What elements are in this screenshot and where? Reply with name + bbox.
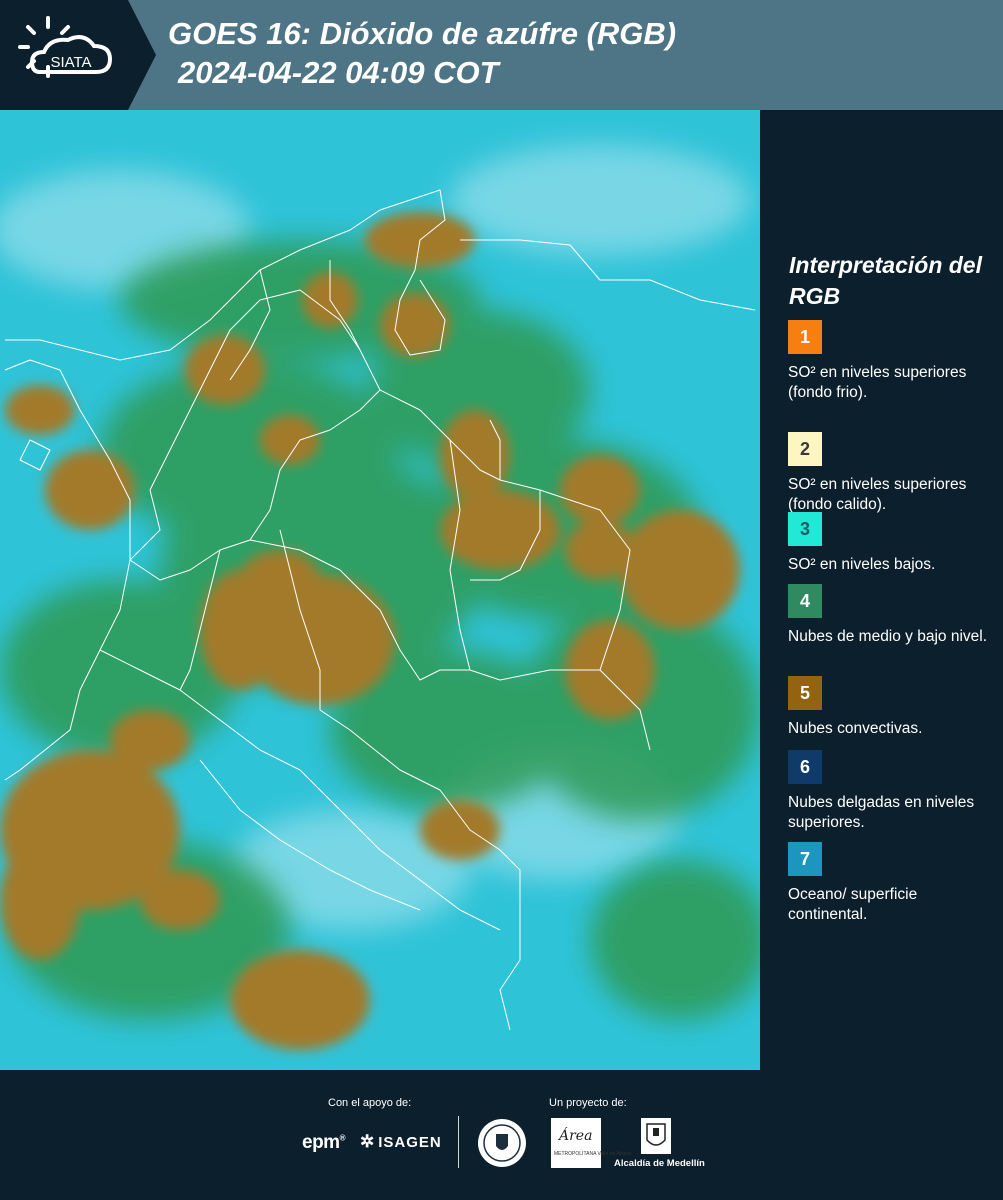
area-subtitle: METROPOLITANA Valle de Aburrá [554, 1151, 632, 1157]
legend-swatch: 2 [788, 432, 822, 466]
logo-arrow-shape [128, 0, 156, 110]
legend-swatch: 7 [788, 842, 822, 876]
legend-swatch: 5 [788, 676, 822, 710]
project-caption: Un proyecto de: [549, 1097, 627, 1109]
registered-mark: ® [339, 1133, 346, 1143]
epm-logo-text: epm [302, 1132, 340, 1153]
area-word: Área [559, 1128, 593, 1144]
legend-label: SO² en niveles superiores (fondo frio). [788, 364, 967, 401]
isagen-mark-icon: ✲ [360, 1132, 376, 1151]
satellite-map [0, 110, 760, 1070]
legend-swatch: 4 [788, 584, 822, 618]
legend-swatch: 1 [788, 320, 822, 354]
page-title: GOES 16: Dióxido de azúfre (RGB) [168, 16, 677, 51]
legend-item-1: 1 SO² en niveles superiores (fondo frio). [788, 320, 988, 403]
svg-text:SIATA: SIATA [50, 54, 91, 71]
medellin-seal-icon [478, 1119, 526, 1167]
alcaldia-label: Alcaldía de Medellín [614, 1158, 705, 1169]
epm-logo: epm® [302, 1132, 346, 1154]
legend-item-2: 2 SO² en niveles superiores (fondo calido… [788, 432, 988, 515]
header-bar: SIATA GOES 16: Dióxido de azúfre (RGB) 2… [0, 0, 1003, 110]
legend-item-4: 4 Nubes de medio y bajo nivel. [788, 584, 988, 647]
legend-label: Nubes convectivas. [788, 720, 923, 737]
legend-item-3: 3 SO² en niveles bajos. [788, 512, 988, 575]
legend-swatch: 3 [788, 512, 822, 546]
legend-label: Nubes de medio y bajo nivel. [788, 628, 988, 645]
legend-title: Interpretación del RGB [789, 252, 982, 309]
timestamp: 2024-04-22 04:09 COT [178, 55, 499, 90]
legend-label: SO² en niveles bajos. [788, 556, 936, 573]
support-caption: Con el apoyo de: [328, 1097, 412, 1109]
legend-item-5: 5 Nubes convectivas. [788, 676, 988, 739]
legend-label: SO² en niveles superiores (fondo calido)… [788, 476, 967, 513]
alcaldia-shield-icon [641, 1118, 671, 1154]
legend-label: Oceano/ superficie continental. [788, 886, 918, 923]
footer-divider [458, 1116, 459, 1168]
isagen-logo-text: ISAGEN [378, 1134, 442, 1151]
area-metropolitana-logo: Área METROPOLITANA Valle de Aburrá [551, 1118, 631, 1168]
legend-panel: Interpretación del RGB 1 SO² en niveles s… [760, 110, 1003, 1070]
isagen-logo: ✲ ISAGEN [360, 1132, 442, 1152]
legend-swatch: 6 [788, 750, 822, 784]
legend-item-7: 7 Oceano/ superficie continental. [788, 842, 988, 925]
legend-label: Nubes delgadas en niveles superiores. [788, 794, 975, 831]
legend-item-6: 6 Nubes delgadas en niveles superiores. [788, 750, 988, 833]
so2-rgb-image [0, 110, 760, 1070]
siata-logo: SIATA [0, 0, 128, 110]
sun-cloud-icon: SIATA [18, 16, 113, 78]
footer: Con el apoyo de: Un proyecto de: epm® ✲ I… [0, 1070, 1003, 1200]
